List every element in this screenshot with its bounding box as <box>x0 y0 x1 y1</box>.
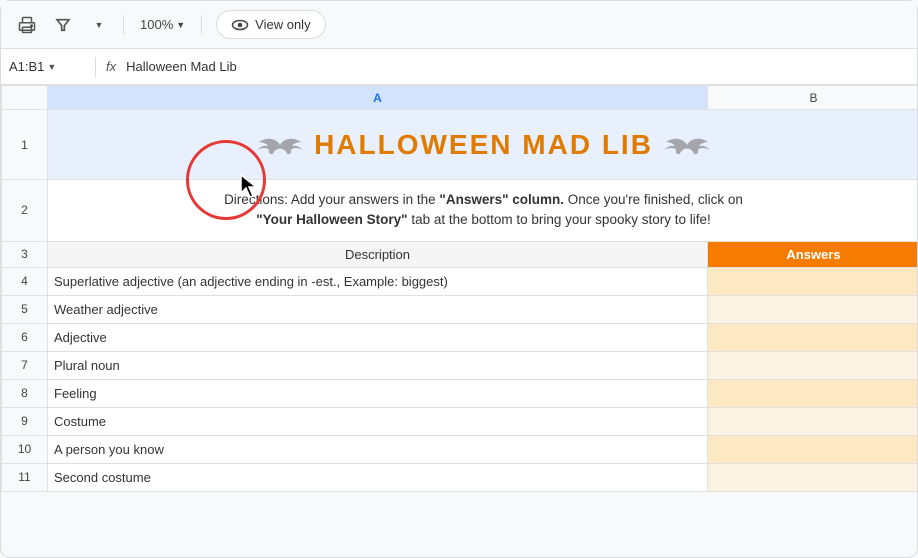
table-row: 9 Costume <box>2 407 918 435</box>
spreadsheet-grid: A B 1 HALLOWEEN MAD LIB <box>1 85 917 492</box>
desc-cell-9: Costume <box>48 407 708 435</box>
zoom-level: 100% <box>140 17 173 32</box>
formula-bar-divider <box>95 57 96 77</box>
view-only-label: View only <box>255 17 310 32</box>
table-row: 6 Adjective <box>2 323 918 351</box>
desc-cell-8: Feeling <box>48 379 708 407</box>
row-num-2: 2 <box>2 180 48 242</box>
spreadsheet-table: A B 1 HALLOWEEN MAD LIB <box>1 85 917 492</box>
title-text: HALLOWEEN MAD LIB <box>314 129 653 161</box>
answer-cell-11[interactable] <box>708 463 918 491</box>
view-only-button[interactable]: View only <box>216 10 325 39</box>
zoom-control[interactable]: 100% ▼ <box>134 13 191 36</box>
desc-cell-6: Adjective <box>48 323 708 351</box>
desc-cell-11: Second costume <box>48 463 708 491</box>
row-num-1: 1 <box>2 110 48 180</box>
header-row: 3 Description Answers <box>2 241 918 267</box>
row-num-9: 9 <box>2 407 48 435</box>
answer-cell-4[interactable] <box>708 267 918 295</box>
bat-left-icon <box>256 131 304 159</box>
fx-label: fx <box>106 59 116 74</box>
row-num-7: 7 <box>2 351 48 379</box>
desc-cell-7: Plural noun <box>48 351 708 379</box>
table-row: 10 A person you know <box>2 435 918 463</box>
cell-ref-dropdown[interactable]: ▼ <box>47 62 56 72</box>
answer-cell-8[interactable] <box>708 379 918 407</box>
row-num-10: 10 <box>2 435 48 463</box>
desc-cell-4: Superlative adjective (an adjective endi… <box>48 267 708 295</box>
filter-dropdown-icon[interactable]: ▼ <box>85 11 113 39</box>
answer-cell-9[interactable] <box>708 407 918 435</box>
title-row: 1 HALLOWEEN MAD LIB <box>2 110 918 180</box>
answer-cell-7[interactable] <box>708 351 918 379</box>
desc-cell-5: Weather adjective <box>48 295 708 323</box>
corner-header <box>2 86 48 110</box>
directions-cell: Directions: Add your answers in the "Ans… <box>48 180 918 242</box>
row-num-11: 11 <box>2 463 48 491</box>
answer-cell-5[interactable] <box>708 295 918 323</box>
row-num-6: 6 <box>2 323 48 351</box>
zoom-dropdown-icon: ▼ <box>176 20 185 30</box>
table-row: 4 Superlative adjective (an adjective en… <box>2 267 918 295</box>
filter-icon[interactable] <box>49 11 77 39</box>
bat-right-icon <box>663 131 711 159</box>
col-header-a[interactable]: A <box>48 86 708 110</box>
row-num-8: 8 <box>2 379 48 407</box>
formula-bar: A1:B1 ▼ fx Halloween Mad Lib <box>1 49 917 85</box>
spreadsheet-wrapper: A B 1 HALLOWEEN MAD LIB <box>1 85 917 492</box>
answer-cell-6[interactable] <box>708 323 918 351</box>
table-row: 7 Plural noun <box>2 351 918 379</box>
header-answers-cell: Answers <box>708 241 918 267</box>
column-header-row: A B <box>2 86 918 110</box>
cell-ref-value: A1:B1 <box>9 59 44 74</box>
table-row: 8 Feeling <box>2 379 918 407</box>
formula-value: Halloween Mad Lib <box>126 59 237 74</box>
answer-cell-10[interactable] <box>708 435 918 463</box>
toolbar: ▼ 100% ▼ View only <box>1 1 917 49</box>
desc-cell-10: A person you know <box>48 435 708 463</box>
col-header-b[interactable]: B <box>708 86 918 110</box>
header-description-cell: Description <box>48 241 708 267</box>
toolbar-divider-1 <box>123 15 124 35</box>
table-row: 11 Second costume <box>2 463 918 491</box>
toolbar-divider-2 <box>201 15 202 35</box>
table-row: 5 Weather adjective <box>2 295 918 323</box>
directions-row: 2 Directions: Add your answers in the "A… <box>2 180 918 242</box>
print-icon[interactable] <box>13 11 41 39</box>
title-inner: HALLOWEEN MAD LIB <box>48 110 917 179</box>
title-cell: HALLOWEEN MAD LIB <box>48 110 918 180</box>
cell-reference: A1:B1 ▼ <box>9 59 89 74</box>
row-num-5: 5 <box>2 295 48 323</box>
row-num-4: 4 <box>2 267 48 295</box>
row-num-3: 3 <box>2 241 48 267</box>
